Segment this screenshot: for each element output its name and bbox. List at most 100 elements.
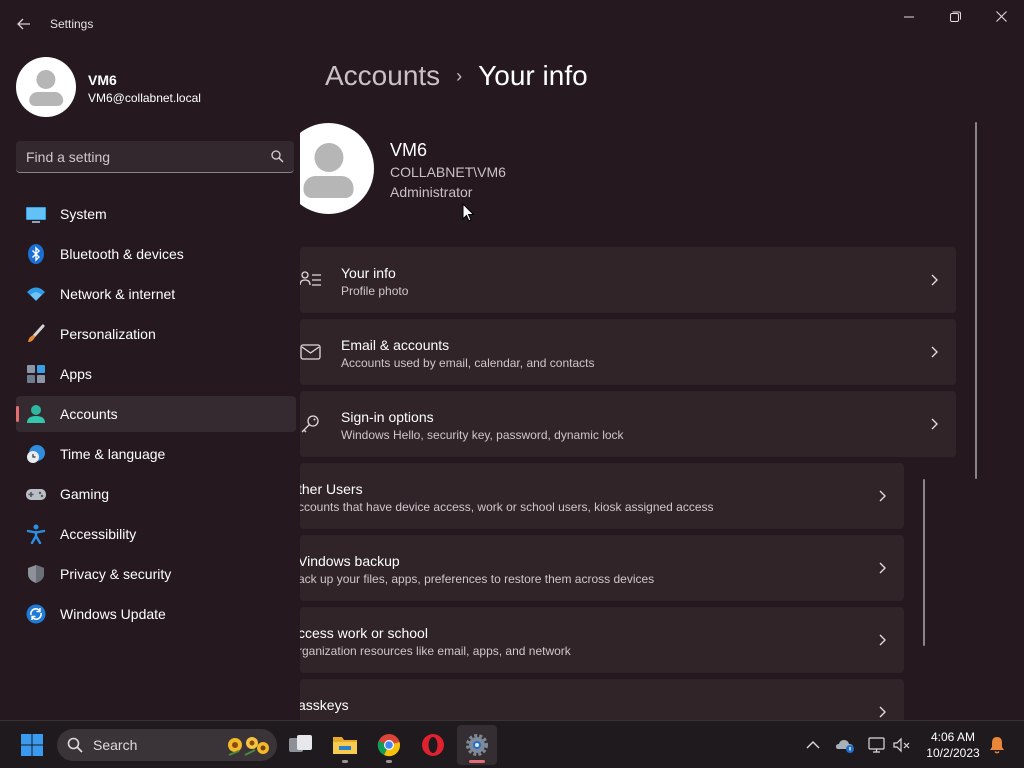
file-explorer-button[interactable]: [325, 725, 365, 765]
page-title: Your info: [478, 60, 588, 91]
chevron-right-icon: [931, 346, 938, 358]
user-display-name: VM6: [390, 140, 428, 160]
close-button[interactable]: [978, 0, 1024, 32]
restore-button[interactable]: [932, 0, 978, 32]
profile-avatar[interactable]: [16, 57, 76, 117]
user-avatar[interactable]: [300, 123, 374, 214]
breadcrumb: Accounts › Your info: [325, 60, 588, 92]
sidebar-item-accessibility[interactable]: Accessibility: [16, 516, 296, 552]
windows-logo-icon: [21, 734, 43, 756]
access-work-school-card[interactable]: ccess work or school rganization resourc…: [300, 607, 904, 673]
sidebar-item-label: Gaming: [60, 486, 110, 502]
sidebar-item-time-language[interactable]: Time & language: [16, 436, 296, 472]
shield-icon: [28, 565, 44, 583]
sidebar-item-gaming[interactable]: Gaming: [16, 476, 296, 512]
profile-name: VM6: [88, 72, 117, 88]
search-icon[interactable]: [271, 150, 284, 163]
search-icon: [67, 737, 83, 753]
task-view-button[interactable]: [281, 725, 321, 765]
chevron-right-icon: [879, 634, 886, 646]
windows-backup-card[interactable]: Vindows backup ack up your files, apps, …: [300, 535, 904, 601]
opera-icon: [422, 734, 444, 756]
card-subtitle: rganization resources like email, apps, …: [300, 644, 571, 658]
card-subtitle: ack up your files, apps, preferences to …: [300, 572, 655, 586]
back-arrow-icon: [17, 18, 30, 30]
sidebar-item-label: System: [60, 206, 107, 222]
clock-time: 4:06 AM: [930, 730, 976, 744]
close-icon: [995, 10, 1007, 22]
main-content: Accounts › Your info VM6 COLLABNET\VM6 A…: [300, 48, 1024, 720]
notification-bell-icon[interactable]: [987, 735, 1007, 755]
chevron-right-icon: [879, 490, 886, 502]
accessibility-icon: [26, 524, 46, 544]
monitor-icon: [26, 207, 46, 223]
restore-icon: [949, 11, 961, 22]
person-icon: [27, 405, 45, 423]
sidebar-item-label: Privacy & security: [60, 566, 172, 582]
sidebar-item-label: Accounts: [60, 406, 118, 422]
sidebar-item-system[interactable]: System: [16, 196, 296, 232]
key-icon: [301, 415, 319, 433]
folder-icon: [333, 737, 357, 754]
settings-search-box[interactable]: [16, 141, 294, 173]
scrollbar[interactable]: [975, 122, 977, 479]
sidebar-item-privacy-security[interactable]: Privacy & security: [16, 556, 296, 592]
taskbar-clock[interactable]: 4:06 AM 10/2/2023: [920, 729, 986, 761]
scrollbar-secondary[interactable]: [923, 479, 925, 646]
apps-grid-icon: [27, 365, 45, 383]
chrome-button[interactable]: [369, 725, 409, 765]
gear-icon: [466, 734, 488, 756]
sidebar-item-bluetooth[interactable]: Bluetooth & devices: [16, 236, 296, 272]
breadcrumb-parent[interactable]: Accounts: [325, 60, 440, 92]
chevron-right-icon: [931, 418, 938, 430]
taskbar-search-label: Search: [93, 737, 138, 753]
sign-in-options-card[interactable]: Sign-in options Windows Hello, security …: [300, 391, 956, 457]
taskbar-search[interactable]: Search: [57, 729, 277, 761]
email-accounts-card[interactable]: Email & accounts Accounts used by email,…: [300, 319, 956, 385]
app-title: Settings: [50, 17, 94, 31]
sidebar-nav: System Bluetooth & devices Network & int…: [16, 196, 296, 636]
card-subtitle: ccounts that have device access, work or…: [300, 500, 714, 514]
sidebar-item-label: Network & internet: [60, 286, 176, 302]
opera-button[interactable]: [413, 725, 453, 765]
profile-email: VM6@collabnet.local: [88, 91, 201, 105]
clock-date: 10/2/2023: [926, 746, 980, 760]
search-input[interactable]: [26, 141, 256, 172]
sidebar-item-label: Accessibility: [60, 526, 137, 542]
your-info-card[interactable]: Your info Profile photo: [300, 247, 956, 313]
user-role: Administrator: [390, 184, 473, 200]
other-users-card[interactable]: ther Users ccounts that have device acce…: [300, 463, 904, 529]
sidebar-item-apps[interactable]: Apps: [16, 356, 296, 392]
task-view-icon: [289, 735, 312, 752]
minimize-button[interactable]: [886, 0, 932, 32]
wifi-icon: [27, 287, 45, 301]
card-subtitle: Windows Hello, security key, password, d…: [341, 428, 624, 442]
back-button[interactable]: [10, 12, 38, 36]
bluetooth-icon: [28, 244, 44, 264]
mouse-cursor-icon: [462, 203, 475, 222]
paintbrush-icon: [28, 324, 45, 342]
chevron-up-icon[interactable]: [803, 735, 823, 755]
card-title: Email & accounts: [341, 337, 450, 353]
card-subtitle: Accounts used by email, calendar, and co…: [341, 356, 595, 370]
volume-muted-icon[interactable]: [892, 735, 912, 755]
onedrive-icon[interactable]: [835, 735, 855, 755]
sidebar-item-windows-update[interactable]: Windows Update: [16, 596, 296, 632]
card-title: ther Users: [300, 481, 363, 497]
settings-taskbar-button[interactable]: [457, 725, 497, 765]
sidebar-item-accounts[interactable]: Accounts: [16, 396, 296, 432]
sidebar-item-personalization[interactable]: Personalization: [16, 316, 296, 352]
passkeys-card[interactable]: asskeys: [300, 679, 904, 720]
network-monitor-icon[interactable]: [867, 735, 887, 755]
card-title: Your info: [341, 265, 396, 281]
card-subtitle: Profile photo: [341, 284, 409, 298]
sidebar-item-network[interactable]: Network & internet: [16, 276, 296, 312]
start-button[interactable]: [12, 725, 52, 765]
globe-clock-icon: [27, 445, 45, 463]
title-bar: Settings: [0, 0, 1024, 48]
selected-indicator: [16, 406, 19, 422]
chrome-icon: [377, 734, 400, 757]
sidebar-item-label: Personalization: [60, 326, 156, 342]
gamepad-icon: [26, 489, 46, 500]
sidebar-item-label: Bluetooth & devices: [60, 246, 184, 262]
